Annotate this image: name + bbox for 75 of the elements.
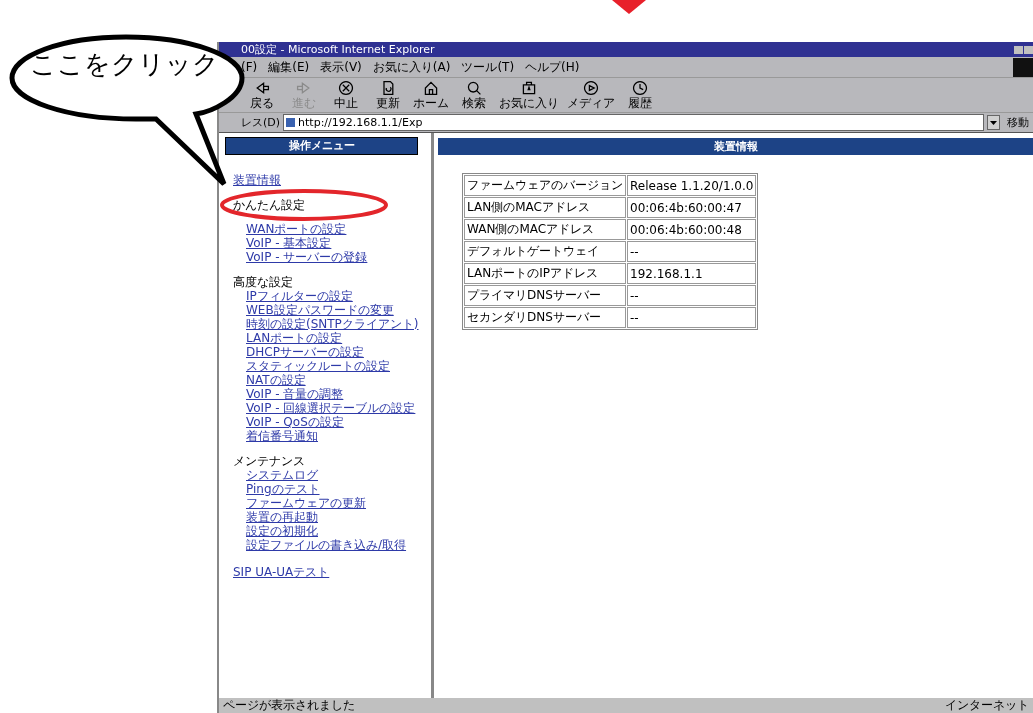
toolbar-icon — [583, 80, 599, 96]
table-cell: 00:06:4b:60:00:48 — [627, 219, 757, 240]
menu-link[interactable]: NATの設定 — [246, 373, 306, 387]
toolbar-icon — [380, 80, 396, 96]
menu-link[interactable]: WEB設定パスワードの変更 — [246, 303, 394, 317]
section-heading: かんたん設定 — [233, 198, 305, 212]
table-cell: WAN側のMACアドレス — [464, 219, 626, 240]
menu-link[interactable]: Pingのテスト — [246, 482, 320, 496]
toolbar-icon — [521, 80, 537, 96]
table-cell: LANポートのIPアドレス — [464, 263, 626, 284]
menu-link[interactable]: スタティックルートの設定 — [246, 359, 390, 373]
menu-link[interactable]: LANポートの設定 — [246, 331, 343, 345]
table-cell: デフォルトゲートウェイ — [464, 241, 626, 262]
toolbar-button[interactable]: 戻る — [241, 80, 283, 110]
menu-link[interactable]: ファームウェアの更新 — [246, 496, 366, 510]
menu-link[interactable]: 装置情報 — [233, 173, 281, 187]
window-title: 00設定 - Microsoft Internet Explorer — [241, 42, 435, 57]
table-cell: -- — [627, 307, 757, 328]
table-cell: セカンダリDNSサーバー — [464, 307, 626, 328]
section-heading: 高度な設定 — [233, 275, 293, 289]
callout-text: ここをクリック — [30, 48, 219, 81]
table-cell: -- — [627, 241, 757, 262]
toolbar-icon — [632, 80, 648, 96]
toolbar-button[interactable]: お気に入り — [495, 80, 563, 110]
menu-link[interactable]: SIP UA-UAテスト — [233, 565, 330, 579]
table-cell: プライマリDNSサーバー — [464, 285, 626, 306]
menu-item[interactable]: ツール(T) — [461, 58, 515, 76]
menu-link[interactable]: 設定の初期化 — [246, 524, 318, 538]
menu-link[interactable]: IPフィルターの設定 — [246, 289, 353, 303]
menu-link[interactable]: VoIP - サーバーの登録 — [246, 250, 368, 264]
toolbar-button[interactable]: 履歴 — [619, 80, 661, 110]
page-header: 装置情報 — [438, 138, 1033, 155]
status-message: ページが表示されました — [223, 698, 355, 713]
go-button[interactable]: 移動 — [1003, 115, 1033, 130]
toolbar-button[interactable]: ホーム — [409, 80, 453, 110]
address-label: レス(D) — [241, 115, 281, 130]
menu-item[interactable]: (F) — [241, 60, 258, 74]
menu-header: 操作メニュー — [225, 137, 418, 155]
menu-link[interactable]: VoIP - 音量の調整 — [246, 387, 344, 401]
toolbar-button[interactable]: 更新 — [367, 80, 409, 110]
toolbar-icon — [296, 80, 312, 96]
table-cell: -- — [627, 285, 757, 306]
toolbar-icon — [466, 80, 482, 96]
toolbar-icon — [254, 80, 270, 96]
menu-item[interactable]: お気に入り(A) — [372, 58, 451, 76]
menu-item[interactable]: 編集(E) — [268, 58, 310, 76]
menu-link[interactable]: VoIP - 基本設定 — [246, 236, 332, 250]
section-heading: メンテナンス — [233, 454, 305, 468]
toolbar-button[interactable]: 検索 — [453, 80, 495, 110]
dropdown-button[interactable] — [987, 115, 1000, 130]
menu-link[interactable]: DHCPサーバーの設定 — [246, 345, 364, 359]
menu-link[interactable]: システムログ — [246, 468, 318, 482]
menu-link[interactable]: 時刻の設定(SNTPクライアント) — [246, 317, 419, 331]
menu-link[interactable]: WANポートの設定 — [246, 222, 347, 236]
menu-item[interactable]: ヘルプ(H) — [525, 58, 580, 76]
table-cell: ファームウェアのバージョン — [464, 175, 626, 196]
menu-link[interactable]: VoIP - QoSの設定 — [246, 415, 344, 429]
toolbar-button[interactable]: メディア — [563, 80, 619, 110]
menu-link[interactable]: VoIP - 回線選択テーブルの設定 — [246, 401, 416, 415]
table-cell: 00:06:4b:60:00:47 — [627, 197, 757, 218]
menu-link[interactable]: 設定ファイルの書き込み/取得 — [246, 538, 407, 552]
address-field[interactable]: http://192.168.1.1/Exp — [283, 114, 984, 131]
toolbar-icon — [423, 80, 439, 96]
menu-link[interactable]: 装置の再起動 — [246, 510, 318, 524]
menu-link[interactable]: 着信番号通知 — [246, 429, 318, 443]
table-cell: Release 1.1.20/1.0.0 — [627, 175, 757, 196]
pointer-arrow — [612, 0, 646, 14]
table-cell: 192.168.1.1 — [627, 263, 757, 284]
zone-label: インターネット — [945, 698, 1029, 713]
toolbar-icon — [338, 80, 354, 96]
toolbar-button[interactable]: 中止 — [325, 80, 367, 110]
maximize-button[interactable] — [1024, 45, 1033, 54]
table-cell: LAN側のMACアドレス — [464, 197, 626, 218]
minimize-button[interactable] — [1014, 45, 1023, 54]
menu-item[interactable]: 表示(V) — [320, 58, 362, 76]
